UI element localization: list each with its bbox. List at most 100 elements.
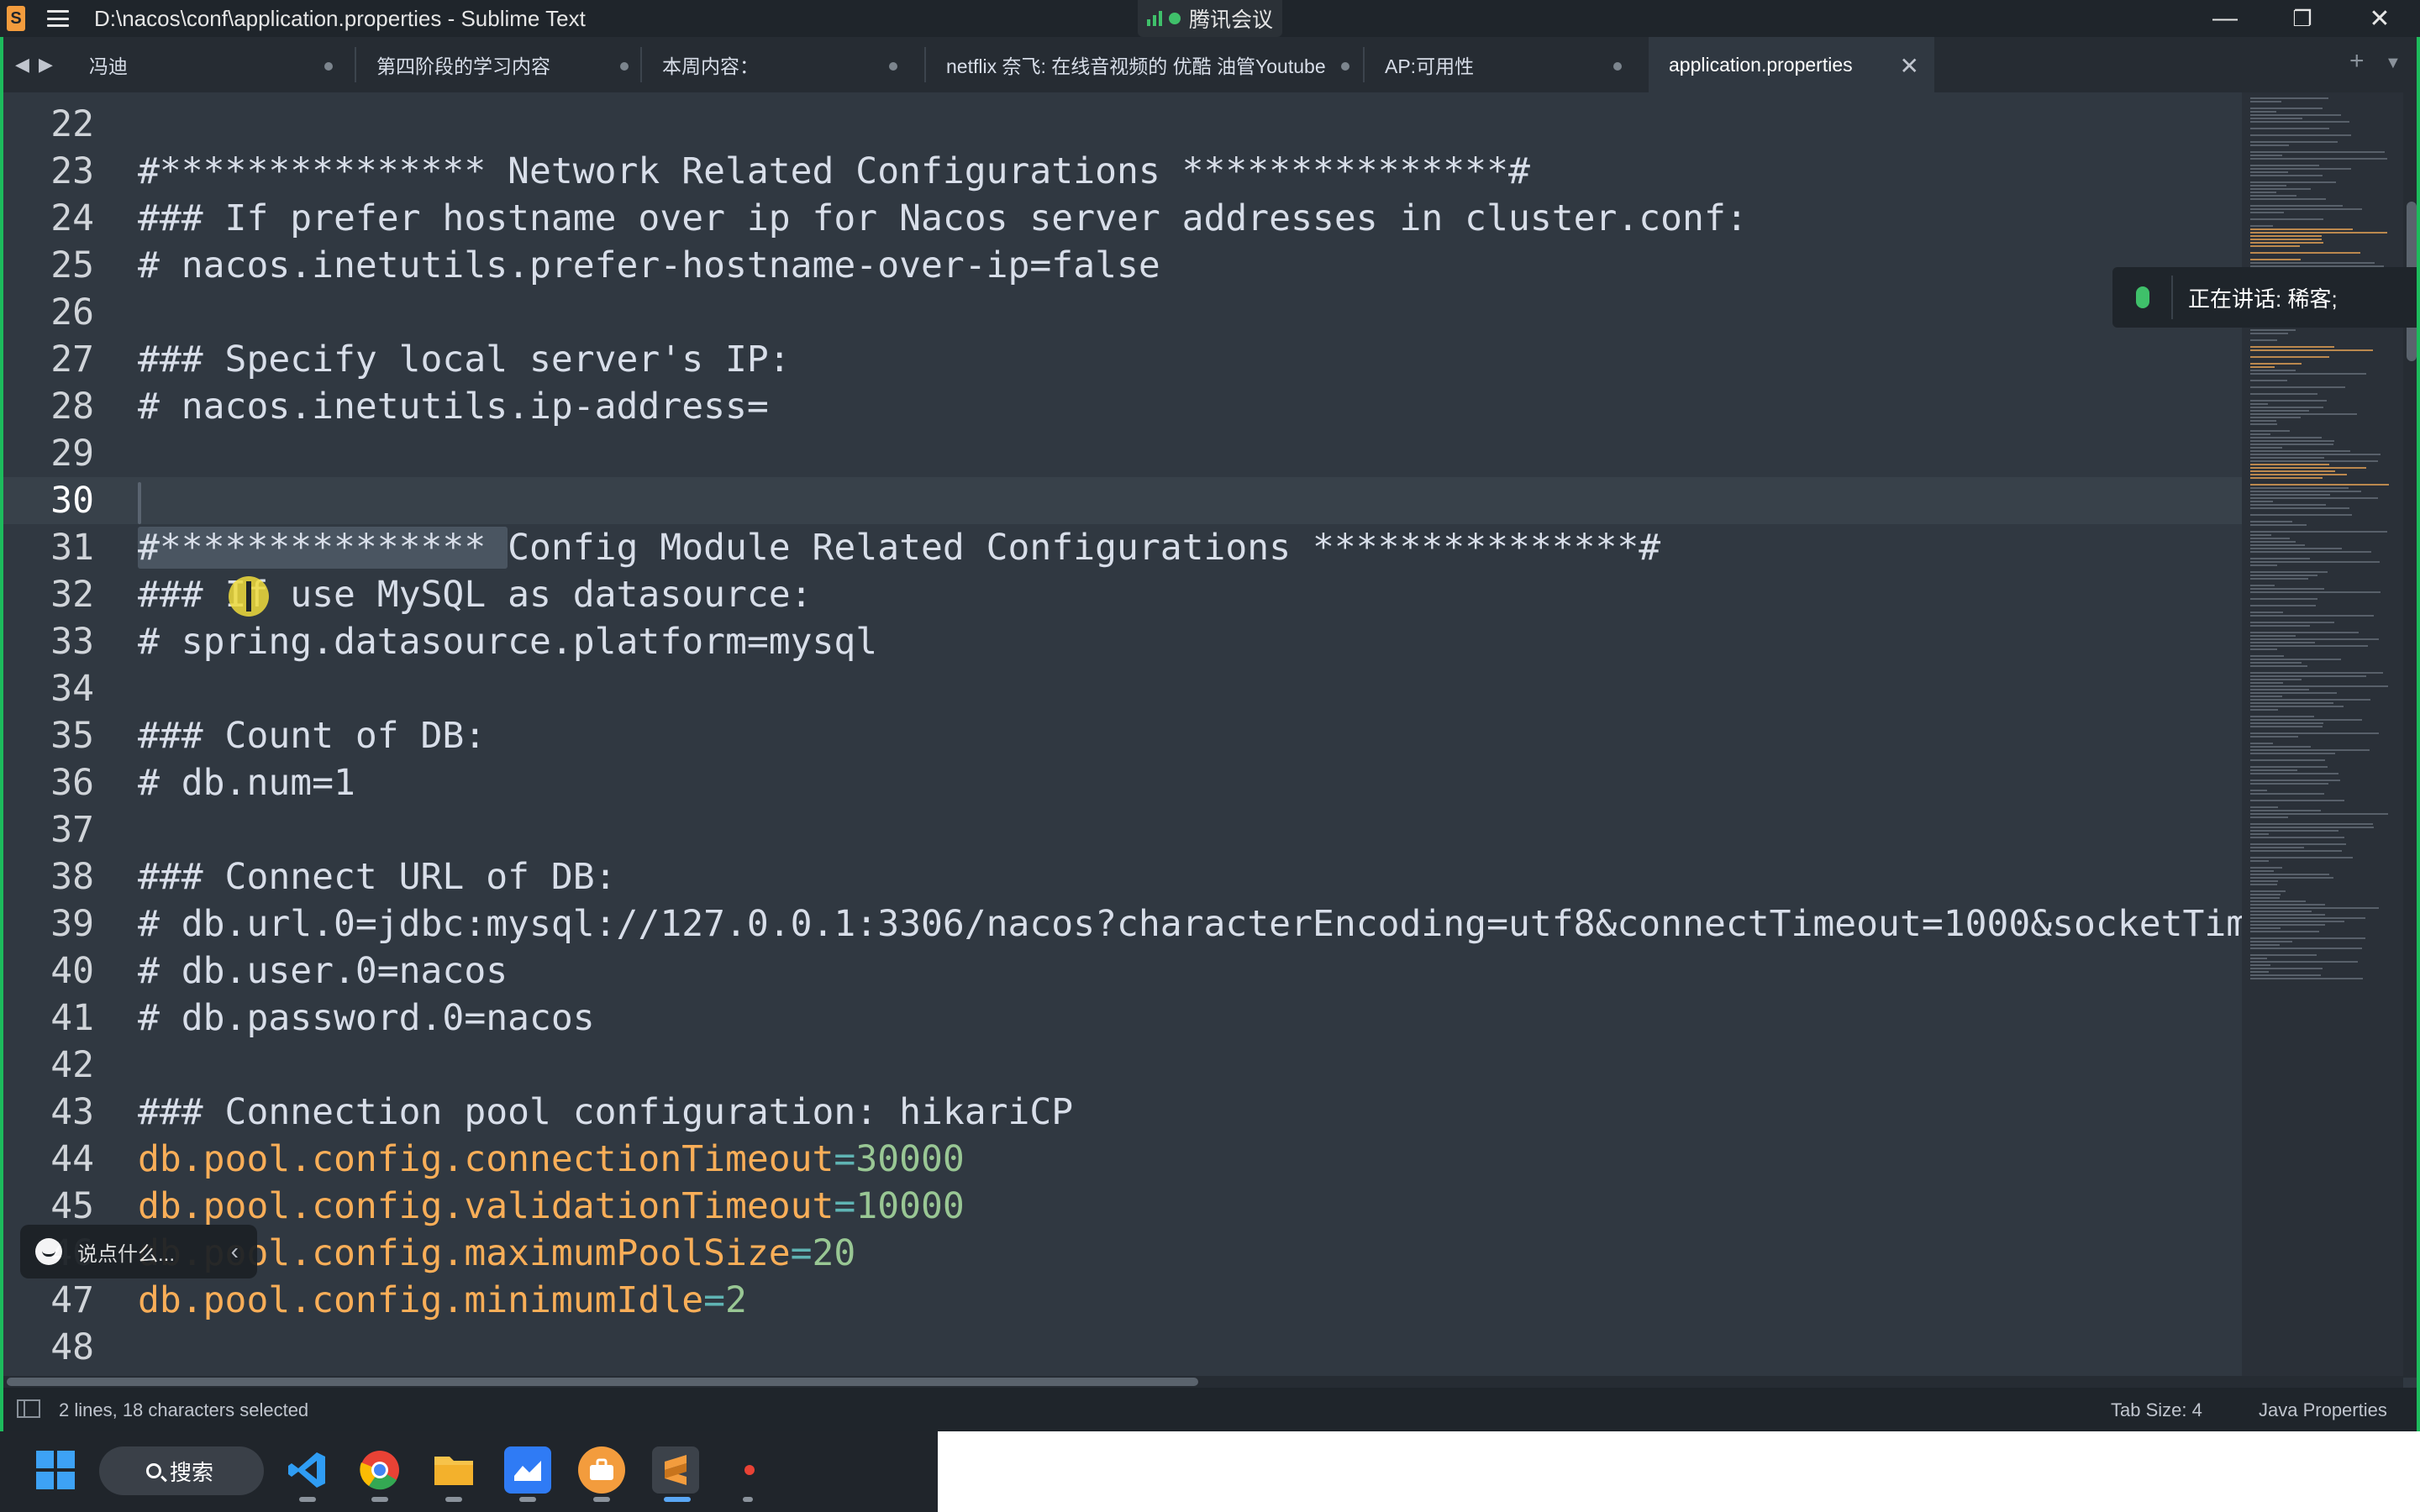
minimap-line <box>2250 487 2349 489</box>
line-content: ### If prefer hostname over ip for Nacos… <box>138 195 1748 242</box>
close-tab-icon[interactable]: ✕ <box>1900 52 1919 80</box>
code-line[interactable]: 22 <box>0 101 2242 148</box>
code-line[interactable]: 24 ### If prefer hostname over ip for Nac… <box>0 195 2242 242</box>
tab-back-icon[interactable]: ◀ <box>15 54 29 76</box>
sublime-app-icon[interactable]: S <box>7 6 25 31</box>
code-line[interactable]: 27 ### Specify local server's IP: <box>0 336 2242 383</box>
code-line[interactable]: 45 db.pool.config.validationTimeout=10000 <box>0 1183 2242 1230</box>
minimap-line <box>2250 558 2310 559</box>
horizontal-scrollbar[interactable] <box>0 1376 2403 1388</box>
code-line[interactable]: 46db.pool.config.maximumPoolSize=20 <box>0 1230 2242 1277</box>
maximize-button[interactable]: ❐ <box>2264 0 2341 37</box>
chevron-left-icon[interactable]: ‹ <box>231 1238 239 1265</box>
line-number: 26 <box>50 291 94 333</box>
smile-icon[interactable] <box>35 1238 62 1265</box>
meeting-indicator[interactable]: 腾讯会议 <box>1138 0 1282 37</box>
code-line[interactable]: 39 # db.url.0=jdbc:mysql://127.0.0.1:3306… <box>0 900 2242 948</box>
briefcase-icon[interactable] <box>578 1446 625 1494</box>
minimap-line <box>2250 857 2353 858</box>
tab-stage-four[interactable]: 第四阶段的学习内容 <box>355 37 640 92</box>
line-number: 47 <box>50 1279 94 1321</box>
sublime-text-icon[interactable] <box>652 1446 699 1494</box>
code-line[interactable]: 41 # db.password.0=nacos <box>0 995 2242 1042</box>
minimap-line <box>2250 114 2341 116</box>
new-tab-icon[interactable]: + <box>2349 47 2365 76</box>
chat-input[interactable]: 说点什么... ‹ <box>20 1225 257 1278</box>
lark-icon[interactable] <box>504 1446 551 1494</box>
code-line[interactable]: 42 <box>0 1042 2242 1089</box>
minimap-line <box>2250 524 2307 526</box>
code-line[interactable]: 23 #*************** Network Related Confi… <box>0 148 2242 195</box>
code-line[interactable]: 44 db.pool.config.connectionTimeout=30000 <box>0 1136 2242 1183</box>
taskbar-search[interactable]: 搜索 <box>99 1446 264 1495</box>
app-indicator <box>593 1497 610 1502</box>
code-line[interactable]: 37 <box>0 806 2242 853</box>
scroll-thumb[interactable] <box>7 1378 1198 1386</box>
code-line[interactable]: 28 # nacos.inetutils.ip-address= <box>0 383 2242 430</box>
minimap-line <box>2250 860 2269 862</box>
screen-share-border <box>2417 37 2420 1431</box>
code-line[interactable]: 25 # nacos.inetutils.prefer-hostname-over… <box>0 242 2242 289</box>
minimap-line <box>2250 262 2375 264</box>
minimap-line <box>2250 726 2323 727</box>
code-line[interactable]: 31 #*************** Config Module Related… <box>0 524 2242 571</box>
code-editor[interactable]: 22 23 #*************** Network Related Con… <box>0 92 2242 1378</box>
minimap-line <box>2250 964 2270 966</box>
panel-toggle-icon[interactable] <box>17 1399 40 1418</box>
tab-list-icon[interactable]: ▼ <box>2385 54 2402 73</box>
code-line[interactable]: 43 ### Connection pool configuration: hik… <box>0 1089 2242 1136</box>
minimap-line <box>2250 978 2363 979</box>
tab-ap-availability[interactable]: AP:可用性 <box>1363 37 1634 92</box>
tab-application-properties[interactable]: application.properties ✕ <box>1649 37 1934 92</box>
line-number: 35 <box>50 715 94 757</box>
code-line[interactable]: 34 <box>0 665 2242 712</box>
minimize-button[interactable]: — <box>2186 0 2264 37</box>
code-line[interactable]: 48 <box>0 1324 2242 1371</box>
windows-start-icon[interactable] <box>32 1446 79 1494</box>
line-number: 24 <box>50 197 94 239</box>
tab-fengdi[interactable]: 冯迪 <box>67 37 345 92</box>
comment-text: # db.num=1 <box>138 762 355 804</box>
minimap-line <box>2250 121 2349 123</box>
minimap-line <box>2250 924 2325 926</box>
line-number: 32 <box>50 574 94 616</box>
file-explorer-icon[interactable] <box>430 1446 477 1494</box>
minimap-line <box>2250 575 2317 576</box>
minimap-line <box>2250 504 2326 506</box>
code-line[interactable]: 32 ### If use MySQL as datasource: <box>0 571 2242 618</box>
tab-forward-icon[interactable]: ▶ <box>39 54 53 76</box>
vscode-icon[interactable] <box>284 1446 331 1494</box>
minimap-line <box>2250 484 2389 486</box>
minimap-line <box>2250 759 2325 761</box>
minimap-line <box>2250 460 2378 462</box>
code-line[interactable]: 26 <box>0 289 2242 336</box>
minimap-line <box>2250 958 2267 959</box>
close-window-button[interactable]: ✕ <box>2341 0 2418 37</box>
comment-text: Config Module Related Configurations ***… <box>508 527 1661 569</box>
code-line[interactable]: 35 ### Count of DB: <box>0 712 2242 759</box>
minimap-line <box>2250 675 2366 677</box>
code-line[interactable]: 30 <box>0 477 2242 524</box>
code-line[interactable]: 47 db.pool.config.minimumIdle=2 <box>0 1277 2242 1324</box>
tab-size-status[interactable]: Tab Size: 4 <box>2111 1399 2202 1421</box>
chrome-icon[interactable] <box>356 1446 403 1494</box>
minimap-line <box>2250 679 2302 680</box>
code-line[interactable]: 38 ### Connect URL of DB: <box>0 853 2242 900</box>
recorder-icon[interactable] <box>726 1446 773 1494</box>
code-line[interactable]: 33 # spring.datasource.platform=mysql <box>0 618 2242 665</box>
app-indicator <box>445 1497 462 1502</box>
tab-netflix[interactable]: netflix 奈飞: 在线音视频的 优酷 油管Youtube <box>924 37 1361 92</box>
hamburger-menu-icon[interactable] <box>47 10 69 27</box>
code-line[interactable]: 36 # db.num=1 <box>0 759 2242 806</box>
minimap-line <box>2250 400 2327 402</box>
syntax-status[interactable]: Java Properties <box>2259 1399 2387 1421</box>
property-operator: = <box>703 1279 725 1321</box>
minimap-line <box>2250 423 2277 425</box>
tab-this-week[interactable]: 本周内容： <box>640 37 909 92</box>
minimap-line <box>2250 470 2335 472</box>
code-line[interactable]: 29 <box>0 430 2242 477</box>
property-value: 10000 <box>855 1185 965 1227</box>
property-key: db.pool.config.minimumIdle <box>138 1279 704 1321</box>
code-line[interactable]: 40 # db.user.0=nacos <box>0 948 2242 995</box>
minimap-line <box>2250 900 2306 902</box>
